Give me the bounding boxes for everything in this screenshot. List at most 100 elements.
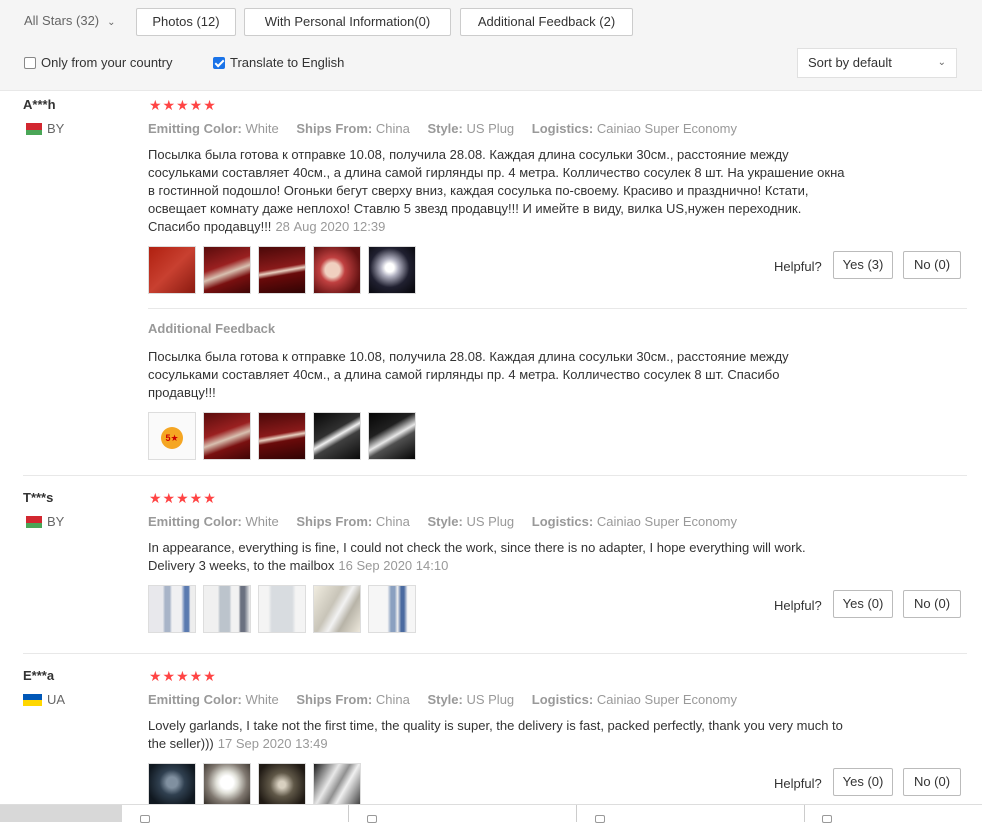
all-stars-dropdown[interactable]: All Stars (32) ⌄	[0, 8, 130, 36]
additional-feedback-text: Посылка была готова к отправке 10.08, по…	[148, 349, 789, 400]
checkbox-icon[interactable]	[595, 815, 605, 823]
country-code: BY	[47, 121, 65, 136]
review-photo-thumbnail[interactable]	[148, 585, 196, 633]
review-photo-thumbnail[interactable]	[368, 585, 416, 633]
ships-from-label: Ships From:	[296, 514, 373, 529]
ships-from-label: Ships From:	[296, 692, 373, 707]
checkbox-icon[interactable]	[822, 815, 832, 823]
helpful-yes-button[interactable]: Yes (0)	[833, 590, 893, 618]
helpful-label: Helpful?	[774, 598, 822, 613]
review-date: 28 Aug 2020 12:39	[275, 219, 386, 234]
review-text: Lovely garlands, I take not the first ti…	[148, 717, 848, 753]
checkbox-checked-icon[interactable]	[213, 56, 225, 69]
review-photo-thumbnail[interactable]	[203, 246, 251, 294]
ships-from-label: Ships From:	[296, 121, 373, 136]
review-divider	[23, 653, 967, 654]
country-code: UA	[47, 692, 66, 707]
style-label: Style:	[427, 121, 463, 136]
chevron-down-icon: ⌄	[937, 57, 946, 68]
sku-attributes: Emitting Color: White Ships From: China …	[148, 121, 751, 136]
helpful-label: Helpful?	[774, 259, 822, 274]
review-divider	[23, 475, 967, 476]
review-text: In appearance, everything is fine, I cou…	[148, 539, 848, 575]
reviewer-country: BY	[23, 514, 64, 529]
review-photo-thumbnail[interactable]	[368, 246, 416, 294]
divider	[148, 308, 967, 309]
additional-feedback-filter-button[interactable]: Additional Feedback (2)	[460, 8, 633, 36]
only-country-label: Only from your country	[41, 55, 173, 70]
review-photo-thumbnail[interactable]	[258, 246, 306, 294]
bottom-bar-segment	[0, 805, 122, 822]
divider	[576, 805, 577, 822]
review-photos	[148, 585, 423, 633]
style-value: US Plug	[466, 692, 515, 707]
ships-from-value: China	[375, 514, 410, 529]
review-photo-thumbnail[interactable]	[313, 585, 361, 633]
sort-dropdown[interactable]: Sort by default ⌄	[797, 48, 957, 78]
all-stars-label: All Stars (32)	[24, 13, 100, 28]
bottom-bar	[0, 804, 982, 823]
reviewer-name: E***a	[23, 668, 55, 683]
belarus-flag-icon	[23, 122, 42, 135]
ships-from-value: China	[375, 121, 410, 136]
reviewer-country: UA	[23, 692, 65, 707]
helpful-label: Helpful?	[774, 776, 822, 791]
filter-bar: All Stars (32) ⌄ Photos (12) With Persona…	[0, 0, 982, 91]
personal-info-filter-button[interactable]: With Personal Information(0)	[244, 8, 451, 36]
helpful-yes-button[interactable]: Yes (3)	[833, 251, 893, 279]
review-photo-thumbnail[interactable]	[203, 585, 251, 633]
divider	[804, 805, 805, 822]
review-date: 16 Sep 2020 14:10	[338, 558, 449, 573]
country-code: BY	[47, 514, 65, 529]
review-photo-thumbnail[interactable]	[313, 246, 361, 294]
emitting-color-label: Emitting Color:	[148, 121, 242, 136]
belarus-flag-icon	[23, 515, 42, 528]
additional-feedback-photos	[148, 412, 423, 460]
review-date: 17 Sep 2020 13:49	[217, 736, 328, 751]
translate-label: Translate to English	[230, 55, 345, 70]
ships-from-value: China	[375, 692, 410, 707]
reviewer-country: BY	[23, 121, 64, 136]
review-photo-thumbnail[interactable]	[148, 246, 196, 294]
only-country-checkbox[interactable]: Only from your country	[24, 55, 173, 70]
review-photo-thumbnail[interactable]	[203, 412, 251, 460]
helpful-no-button[interactable]: No (0)	[903, 251, 961, 279]
style-value: US Plug	[466, 121, 515, 136]
review-photo-thumbnail[interactable]	[368, 412, 416, 460]
checkbox-unchecked-icon[interactable]	[24, 56, 36, 69]
helpful-no-button[interactable]: No (0)	[903, 590, 961, 618]
logistics-label: Logistics:	[531, 121, 594, 136]
helpful-yes-button[interactable]: Yes (0)	[833, 768, 893, 796]
reviewer-name: A***h	[23, 97, 56, 112]
logistics-value: Cainiao Super Economy	[596, 514, 738, 529]
review-body: Посылка была готова к отправке 10.08, по…	[148, 147, 845, 234]
emitting-color-value: White	[245, 692, 279, 707]
review-text: Посылка была готова к отправке 10.08, по…	[148, 146, 848, 236]
style-value: US Plug	[466, 514, 515, 529]
photos-filter-button[interactable]: Photos (12)	[136, 8, 236, 36]
star-rating: ★★★★★	[149, 668, 217, 684]
checkbox-icon[interactable]	[140, 815, 150, 823]
ukraine-flag-icon	[23, 693, 42, 706]
translate-checkbox[interactable]: Translate to English	[213, 55, 344, 70]
sort-value: Sort by default	[808, 55, 892, 70]
review-photo-thumbnail[interactable]	[148, 412, 196, 460]
star-rating: ★★★★★	[149, 490, 217, 506]
sku-attributes: Emitting Color: White Ships From: China …	[148, 692, 751, 707]
chevron-down-icon: ⌄	[107, 17, 116, 28]
review-photos	[148, 246, 423, 294]
sku-attributes: Emitting Color: White Ships From: China …	[148, 514, 751, 529]
checkbox-icon[interactable]	[367, 815, 377, 823]
emitting-color-label: Emitting Color:	[148, 514, 242, 529]
logistics-label: Logistics:	[531, 514, 594, 529]
logistics-value: Cainiao Super Economy	[596, 692, 738, 707]
helpful-no-button[interactable]: No (0)	[903, 768, 961, 796]
review-photo-thumbnail[interactable]	[258, 412, 306, 460]
additional-feedback-title: Additional Feedback	[148, 321, 276, 336]
divider	[348, 805, 349, 822]
star-rating: ★★★★★	[149, 97, 217, 113]
reviewer-name: T***s	[23, 490, 54, 505]
review-photo-thumbnail[interactable]	[313, 412, 361, 460]
review-photo-thumbnail[interactable]	[258, 585, 306, 633]
emitting-color-value: White	[245, 121, 279, 136]
